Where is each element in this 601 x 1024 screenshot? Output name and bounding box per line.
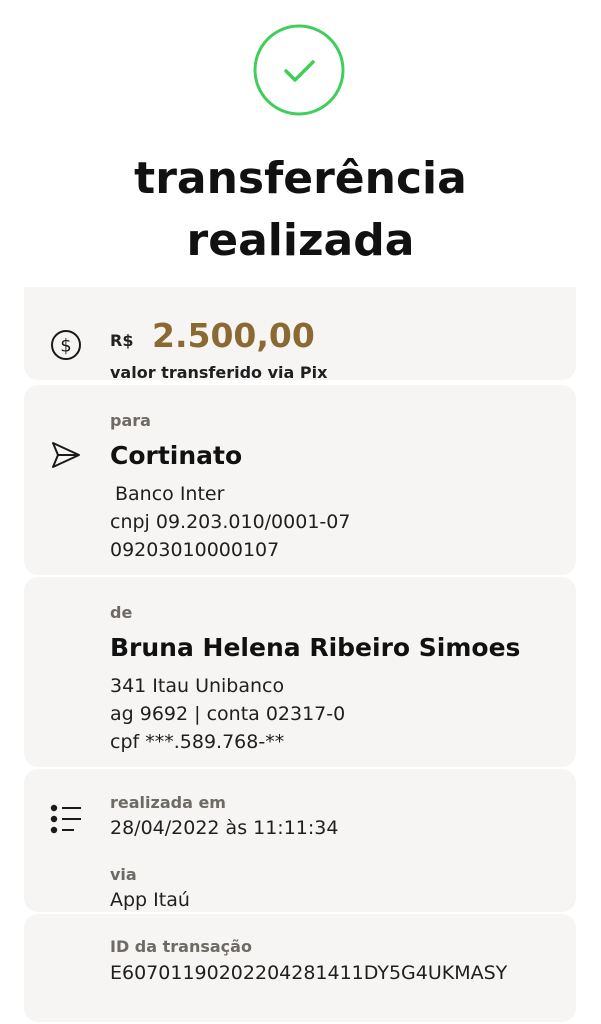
sender-label: de [110, 603, 133, 622]
amount-description: valor transferido via Pix [110, 363, 328, 382]
dollar-coin-icon: $ [50, 329, 82, 365]
sender-account: ag 9692 | conta 02317-0 [110, 703, 346, 725]
recipient-card: para Cortinato Banco Inter cnpj 09.203.0… [24, 385, 576, 575]
transaction-id-label: ID da transação [110, 937, 252, 956]
recipient-account: 09203010000107 [110, 539, 280, 561]
amount-value: 2.500,00 [152, 316, 315, 355]
transaction-id-value[interactable]: E60701190202204281411DY5G4UKMASY [110, 962, 507, 984]
sender-document: cpf ***.589.768-** [110, 731, 285, 753]
title-line-2: realizada [186, 215, 415, 266]
recipient-document: cnpj 09.203.010/0001-07 [110, 511, 351, 533]
sender-bank: 341 Itau Unibanco [110, 675, 285, 697]
date-label: realizada em [110, 793, 226, 812]
recipient-bank: Banco Inter [115, 483, 225, 505]
transaction-card: ID da transação E60701190202204281411DY5… [24, 914, 576, 1022]
sender-card: de Bruna Helena Ribeiro Simoes 341 Itau … [24, 577, 576, 767]
checkmark-circle-icon [253, 24, 345, 116]
sender-name: Bruna Helena Ribeiro Simoes [110, 633, 521, 662]
details-card: realizada em 28/04/2022 às 11:11:34 via … [24, 769, 576, 912]
send-icon [50, 439, 82, 475]
channel-value: App Itaú [110, 889, 190, 911]
page-title: transferência realizada [0, 148, 601, 272]
currency-label: R$ [110, 331, 134, 350]
title-line-1: transferência [134, 153, 467, 204]
recipient-label: para [110, 411, 151, 430]
amount-card: $ R$ 2.500,00 valor transferido via Pix [24, 287, 576, 382]
recipient-name: Cortinato [110, 441, 243, 470]
list-icon [50, 803, 84, 839]
channel-label: via [110, 865, 137, 884]
svg-text:$: $ [60, 336, 71, 357]
date-value: 28/04/2022 às 11:11:34 [110, 817, 339, 839]
